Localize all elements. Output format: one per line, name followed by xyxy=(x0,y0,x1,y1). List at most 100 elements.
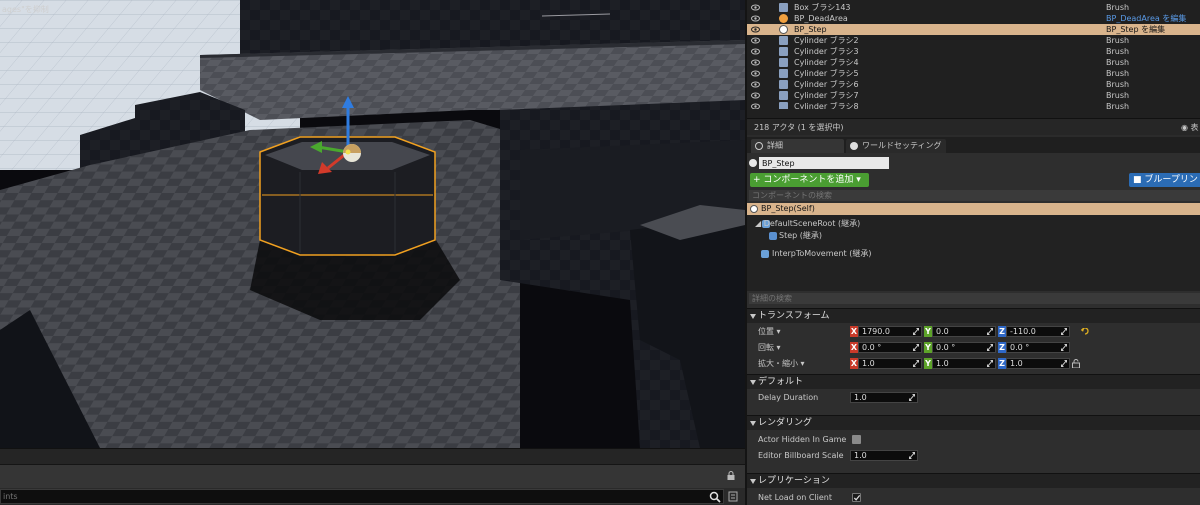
tab-details[interactable]: 詳細 xyxy=(751,139,844,153)
outliner-row[interactable]: Cylinder ブラシ3 Brush xyxy=(747,46,1200,57)
component-label: InterpToMovement (継承) xyxy=(772,249,872,258)
add-component-button[interactable]: + コンポーネントを追加 ▾ xyxy=(750,173,869,187)
filter-icon[interactable] xyxy=(728,491,738,502)
net-load-label: Net Load on Client xyxy=(758,493,832,502)
level-viewport[interactable]: ages"を抑制 xyxy=(0,0,745,448)
edit-blueprint-link[interactable]: BP_Step を編集 xyxy=(1106,24,1165,35)
component-label: BP_Step(Self) xyxy=(761,204,815,213)
outliner-row[interactable]: Cylinder ブラシ8 Brush xyxy=(747,101,1200,109)
visibility-eye-icon[interactable] xyxy=(751,48,760,55)
brush-actor-icon xyxy=(779,47,788,56)
axis-x-label: X xyxy=(850,342,858,353)
tab-world-settings[interactable]: ワールドセッティング xyxy=(846,139,946,153)
viewport-message: ages"を抑制 xyxy=(2,5,49,14)
outliner-row-type: Brush xyxy=(1106,58,1130,67)
collapse-arrow-icon[interactable] xyxy=(750,479,756,484)
mesh-component-icon xyxy=(769,232,777,240)
location-z-field[interactable]: -110.0 xyxy=(1006,326,1070,337)
scale-label[interactable]: 拡大・縮小 ▾ xyxy=(758,356,805,371)
actor-hidden-checkbox[interactable] xyxy=(852,435,861,444)
spin-arrows-icon[interactable] xyxy=(1061,360,1067,367)
category-transform[interactable]: トランスフォーム xyxy=(747,308,1200,323)
outliner-row-type: Brush xyxy=(1106,47,1130,56)
actor-icon xyxy=(750,205,758,213)
outliner-row-name: Box ブラシ143 xyxy=(794,3,851,12)
location-label[interactable]: 位置 ▾ xyxy=(758,324,781,339)
spin-arrows-icon[interactable] xyxy=(987,360,993,367)
spin-arrows-icon[interactable] xyxy=(1061,328,1067,335)
edit-blueprint-link[interactable]: BP_DeadArea を編集 xyxy=(1106,13,1186,24)
scale-x-field[interactable]: 1.0 xyxy=(858,358,922,369)
billboard-scale-label: Editor Billboard Scale xyxy=(758,451,844,460)
visibility-eye-icon[interactable] xyxy=(751,103,760,109)
billboard-scale-field[interactable]: 1.0 xyxy=(850,450,918,461)
spin-arrows-icon[interactable] xyxy=(913,360,919,367)
spin-arrows-icon[interactable] xyxy=(987,328,993,335)
spin-arrows-icon[interactable] xyxy=(913,344,919,351)
value-text: 0.0 xyxy=(936,327,949,336)
component-row-step[interactable]: Step (継承) xyxy=(747,230,1200,242)
visibility-eye-icon[interactable] xyxy=(751,26,760,33)
component-row-default-scene-root[interactable]: ◢ DefaultSceneRoot (継承) xyxy=(747,218,1200,230)
axis-x-label: X xyxy=(850,358,858,369)
spin-arrows-icon[interactable] xyxy=(913,328,919,335)
visibility-eye-icon[interactable] xyxy=(751,70,760,77)
category-replication[interactable]: レプリケーション xyxy=(747,473,1200,488)
outliner-row[interactable]: BP_DeadArea BP_DeadArea を編集 xyxy=(747,13,1200,24)
outliner-row-selected[interactable]: BP_Step BP_Step を編集 xyxy=(747,24,1200,35)
prop-rotation: 回転 ▾ X 0.0 ° Y 0.0 ° Z 0.0 ° xyxy=(747,340,1200,355)
outliner-row[interactable]: Box ブラシ143 Brush xyxy=(747,2,1200,13)
visibility-eye-icon[interactable] xyxy=(751,92,760,99)
value-text: 1790.0 xyxy=(862,327,890,336)
component-row-self[interactable]: BP_Step(Self) xyxy=(747,203,1200,215)
outliner-row-name: Cylinder ブラシ5 xyxy=(794,69,859,78)
category-title: レンダリング xyxy=(758,418,813,428)
details-search-input[interactable] xyxy=(749,293,1200,304)
spin-arrows-icon[interactable] xyxy=(909,452,915,459)
rotation-y-field[interactable]: 0.0 ° xyxy=(932,342,996,353)
scale-y-field[interactable]: 1.0 xyxy=(932,358,996,369)
spin-arrows-icon[interactable] xyxy=(909,394,915,401)
collapse-arrow-icon[interactable] xyxy=(750,380,756,385)
outliner-row[interactable]: Cylinder ブラシ7 Brush xyxy=(747,90,1200,101)
location-y-field[interactable]: 0.0 xyxy=(932,326,996,337)
delay-duration-field[interactable]: 1.0 xyxy=(850,392,918,403)
visibility-eye-icon[interactable] xyxy=(751,81,760,88)
collapse-arrow-icon[interactable] xyxy=(750,421,756,426)
view-options-button[interactable]: ◉ 表 xyxy=(1181,122,1199,133)
scale-z-field[interactable]: 1.0 xyxy=(1006,358,1070,369)
collapse-arrow-icon[interactable] xyxy=(750,314,756,319)
category-default[interactable]: デフォルト xyxy=(747,374,1200,389)
blueprint-button[interactable]: ■ ブループリン xyxy=(1129,173,1200,187)
search-icon[interactable] xyxy=(709,491,721,503)
lock-icon[interactable] xyxy=(727,471,735,480)
actor-name-field[interactable] xyxy=(759,157,889,169)
reset-to-default-icon[interactable] xyxy=(1081,328,1089,335)
location-x-field[interactable]: 1790.0 xyxy=(858,326,922,337)
component-search-input[interactable] xyxy=(749,190,1200,201)
console-command-input[interactable] xyxy=(0,489,724,504)
prop-delay-duration: Delay Duration 1.0 xyxy=(747,390,1200,405)
outliner-row[interactable]: Cylinder ブラシ2 Brush xyxy=(747,35,1200,46)
visibility-eye-icon[interactable] xyxy=(751,4,760,11)
rotation-label[interactable]: 回転 ▾ xyxy=(758,340,781,355)
net-load-checkbox[interactable] xyxy=(852,493,861,502)
visibility-eye-icon[interactable] xyxy=(751,59,760,66)
component-label: Step (継承) xyxy=(779,231,822,240)
actor-icon xyxy=(749,159,757,167)
category-rendering[interactable]: レンダリング xyxy=(747,415,1200,430)
lock-scale-icon[interactable] xyxy=(1072,359,1080,368)
outliner-row[interactable]: Cylinder ブラシ6 Brush xyxy=(747,79,1200,90)
component-label: ◢ DefaultSceneRoot (継承) xyxy=(755,219,861,228)
spin-arrows-icon[interactable] xyxy=(987,344,993,351)
visibility-eye-icon[interactable] xyxy=(751,15,760,22)
outliner-row[interactable]: Cylinder ブラシ4 Brush xyxy=(747,57,1200,68)
category-title: デフォルト xyxy=(758,377,804,387)
outliner-row[interactable]: Cylinder ブラシ5 Brush xyxy=(747,68,1200,79)
spin-arrows-icon[interactable] xyxy=(1061,344,1067,351)
component-row-interp-to-movement[interactable]: InterpToMovement (継承) xyxy=(747,248,1200,260)
globe-icon xyxy=(850,142,858,150)
rotation-z-field[interactable]: 0.0 ° xyxy=(1006,342,1070,353)
visibility-eye-icon[interactable] xyxy=(751,37,760,44)
rotation-x-field[interactable]: 0.0 ° xyxy=(858,342,922,353)
